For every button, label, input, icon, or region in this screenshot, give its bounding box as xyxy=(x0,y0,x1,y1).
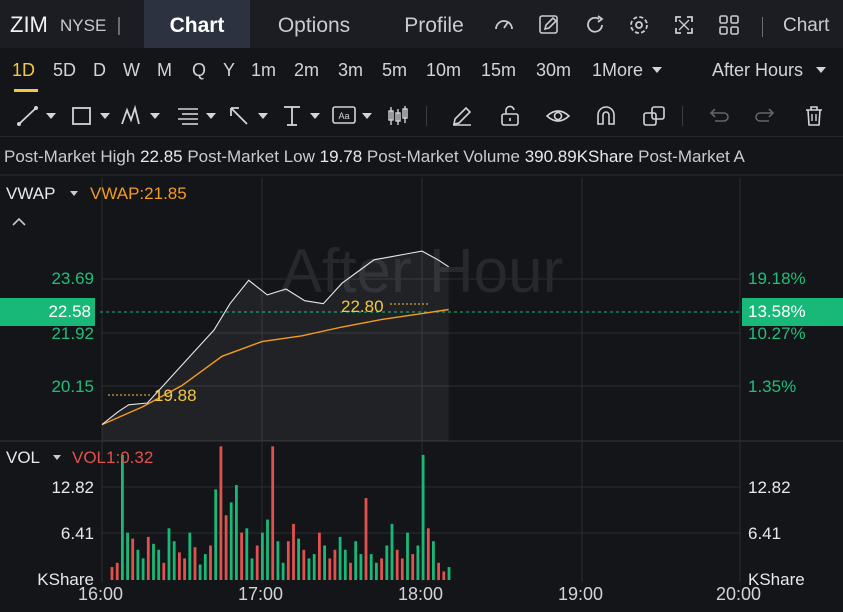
volume-bar xyxy=(209,545,212,580)
volume-bar xyxy=(214,489,218,580)
volume-bar xyxy=(380,558,383,580)
volume-axis-label: 6.41 xyxy=(60,524,94,543)
volume-bar xyxy=(146,536,150,580)
vol-indicator-name[interactable]: VOL xyxy=(6,448,40,468)
volume-bar xyxy=(312,554,316,580)
volume-bar xyxy=(302,549,306,580)
volume-bar xyxy=(152,543,155,580)
volume-bar xyxy=(235,485,238,580)
volume-bar xyxy=(245,528,249,581)
price-axis-label: 20.15 xyxy=(51,377,94,396)
volume-bar xyxy=(141,558,145,580)
chevron-up-icon[interactable] xyxy=(12,217,26,226)
volume-axis-label: 6.41 xyxy=(748,524,782,543)
volume-bar xyxy=(323,545,326,580)
volume-bar xyxy=(333,549,337,580)
low-marker-label: 19.88 xyxy=(154,386,197,405)
current-price-tag: 22.58 xyxy=(0,298,95,326)
pct-axis-label: 19.18% xyxy=(748,269,806,288)
volume-bar xyxy=(416,545,420,580)
volume-bar xyxy=(172,541,176,580)
volume-bar xyxy=(193,547,197,580)
time-axis-label: 16:00 xyxy=(78,584,124,604)
volume-bar xyxy=(276,541,280,580)
volume-bar xyxy=(328,558,332,580)
volume-bar xyxy=(395,549,399,580)
volume-bar xyxy=(411,554,415,580)
volume-bar xyxy=(297,538,300,580)
volume-bar xyxy=(255,545,259,580)
volume-bar xyxy=(203,554,207,580)
volume-bar xyxy=(437,562,440,581)
price-chart[interactable]: After Hour 22.80 19.88 xyxy=(0,0,843,612)
time-axis-label: 20:00 xyxy=(716,584,762,604)
volume-bar xyxy=(110,567,114,580)
time-axis-label: 18:00 xyxy=(398,584,444,604)
volume-bar xyxy=(442,571,446,580)
pct-axis-label: 1.35% xyxy=(748,377,797,396)
volume-bar xyxy=(261,532,264,580)
current-pct-tag: 13.58% xyxy=(742,298,843,326)
price-axis-label: 23.69 xyxy=(51,269,94,288)
volume-bar xyxy=(385,545,389,580)
volume-bar xyxy=(250,558,254,580)
volume-bar xyxy=(349,562,352,581)
volume-bar xyxy=(271,446,275,580)
volume-bar xyxy=(421,454,425,580)
volume-bar xyxy=(224,515,228,580)
volume-bar xyxy=(364,498,368,580)
chevron-down-icon[interactable] xyxy=(52,454,62,461)
chevron-down-icon[interactable] xyxy=(69,190,79,197)
pct-axis-label: 10.27% xyxy=(748,324,806,343)
volume-bar xyxy=(266,519,269,580)
volume-bar xyxy=(406,532,409,580)
volume-bar xyxy=(307,558,311,580)
volume-axis-label: 12.82 xyxy=(51,478,94,497)
vol-indicator-value: VOL1:0.32 xyxy=(72,448,154,467)
volume-bar xyxy=(115,562,119,581)
volume-bar xyxy=(157,549,161,580)
volume-bar xyxy=(426,528,430,581)
volume-bar xyxy=(375,562,378,581)
volume-bar xyxy=(229,502,233,580)
volume-bar xyxy=(318,532,321,580)
volume-bar xyxy=(390,523,394,580)
volume-bar xyxy=(219,446,223,580)
volume-bar xyxy=(162,562,166,581)
volume-bar xyxy=(354,541,358,580)
volume-bar xyxy=(369,554,373,580)
time-axis-label: 19:00 xyxy=(558,584,604,604)
volume-bar xyxy=(338,536,342,580)
volume-bar xyxy=(167,528,171,581)
volume-bar xyxy=(432,541,435,580)
volume-bar xyxy=(183,558,186,580)
price-axis-label: 21.92 xyxy=(51,324,94,343)
volume-axis-label: 12.82 xyxy=(748,478,791,497)
time-axis-label: 17:00 xyxy=(238,584,284,604)
vwap-indicator-name[interactable]: VWAP xyxy=(6,184,55,204)
volume-bar xyxy=(286,541,290,580)
volume-bar xyxy=(136,549,140,580)
volume-bar xyxy=(121,454,124,580)
volume-bar xyxy=(131,538,135,580)
high-marker-label: 22.80 xyxy=(341,297,384,316)
price-area xyxy=(102,251,449,441)
current-pct-value: 13.58% xyxy=(748,302,806,321)
volume-bar xyxy=(400,558,404,580)
volume-bar xyxy=(292,523,295,580)
volume-bar xyxy=(447,567,451,580)
volume-bar xyxy=(126,532,129,580)
volume-bar xyxy=(281,562,285,581)
volume-bar xyxy=(240,532,243,580)
volume-bar xyxy=(198,564,202,580)
volume-bar xyxy=(343,549,347,580)
volume-bar xyxy=(359,554,363,580)
current-price-value: 22.58 xyxy=(48,302,91,321)
volume-bar xyxy=(188,532,192,580)
vwap-indicator-value: VWAP:21.85 xyxy=(90,184,187,203)
volume-bar xyxy=(178,552,181,580)
